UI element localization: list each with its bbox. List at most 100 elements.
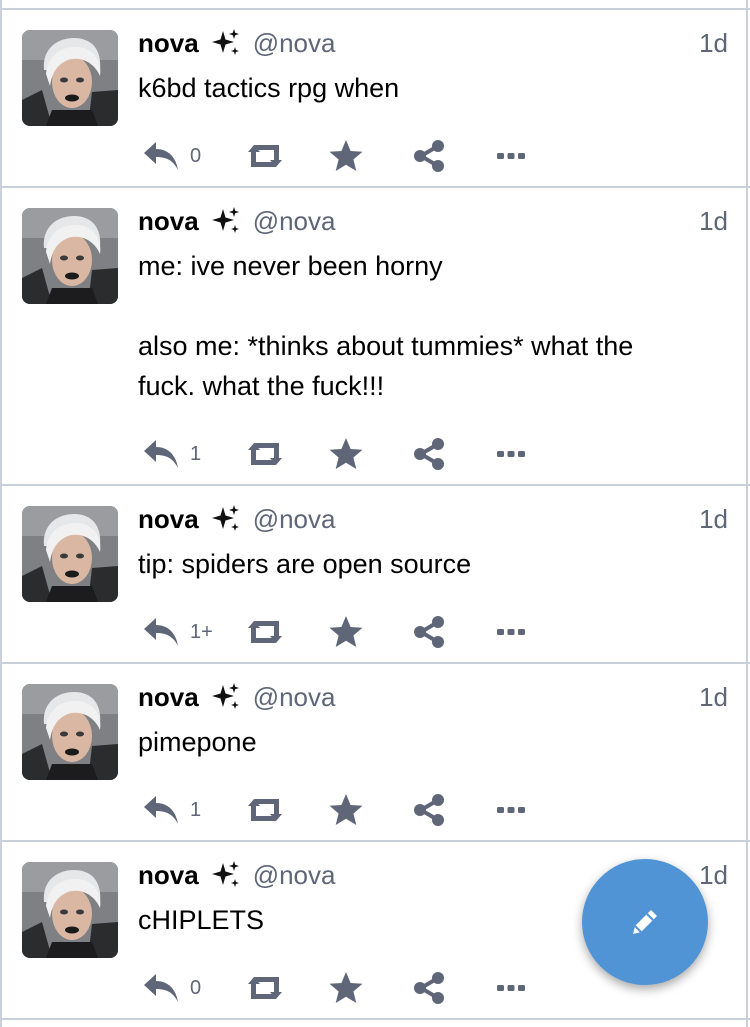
boost-icon [248, 977, 282, 999]
reply-button[interactable]: 1 [142, 790, 201, 830]
share-icon [414, 438, 444, 470]
avatar[interactable] [22, 30, 118, 126]
display-name[interactable]: nova [138, 860, 199, 891]
reply-button[interactable]: 1+ [142, 612, 213, 652]
more-icon [497, 807, 525, 813]
compose-button[interactable] [582, 859, 708, 985]
favourite-button[interactable] [328, 612, 364, 652]
share-icon [414, 794, 444, 826]
reply-icon [144, 142, 178, 170]
display-name[interactable]: nova [138, 206, 199, 237]
share-button[interactable] [412, 434, 446, 474]
favourite-button[interactable] [328, 968, 364, 1008]
status-actions: 1 [138, 790, 558, 830]
more-icon [497, 153, 525, 159]
share-button[interactable] [412, 790, 446, 830]
boost-button[interactable] [244, 434, 286, 474]
boost-button[interactable] [244, 968, 286, 1008]
status-header: nova @nova [138, 858, 335, 892]
status-item[interactable]: nova @nova 1d tip: spiders are open sour… [0, 486, 750, 664]
status-actions: 0 [138, 968, 558, 1008]
avatar[interactable] [22, 506, 118, 602]
status-content: tip: spiders are open source [138, 549, 472, 579]
reply-icon [144, 796, 178, 824]
status-timestamp[interactable]: 1d [699, 28, 728, 59]
status-item[interactable]: nova @nova 1d me: ive never been horny a… [0, 188, 750, 486]
sparkles-icon [209, 503, 241, 535]
sparkles-icon [209, 859, 241, 891]
more-button[interactable] [496, 612, 526, 652]
pencil-icon [633, 910, 657, 934]
reply-count: 1 [190, 442, 202, 465]
favourite-button[interactable] [328, 136, 364, 176]
avatar[interactable] [22, 862, 118, 958]
status-content: pimepone [138, 727, 257, 757]
sparkles-icon [209, 27, 241, 59]
status-content: me: ive never been horny also me: *think… [138, 251, 634, 401]
reply-button[interactable]: 0 [142, 136, 201, 176]
more-button[interactable] [496, 434, 526, 474]
status-item[interactable]: nova @nova 1d k6bd tactics rpg when 0 [0, 10, 750, 188]
star-icon [329, 616, 363, 647]
boost-icon [248, 145, 282, 167]
status-timestamp[interactable]: 1d [699, 860, 728, 891]
reply-icon [144, 440, 178, 468]
status-timestamp[interactable]: 1d [699, 206, 728, 237]
sparkles-icon [209, 205, 241, 237]
boost-button[interactable] [244, 612, 286, 652]
boost-button[interactable] [244, 790, 286, 830]
sparkles-icon [209, 681, 241, 713]
boost-button[interactable] [244, 136, 286, 176]
reply-icon [144, 618, 178, 646]
status-timestamp[interactable]: 1d [699, 504, 728, 535]
status-item[interactable]: nova @nova 1d pimepone 1 [0, 664, 750, 842]
favourite-button[interactable] [328, 434, 364, 474]
reply-count: 0 [190, 976, 202, 999]
star-icon [329, 794, 363, 825]
status-header: nova @nova [138, 502, 335, 536]
display-name[interactable]: nova [138, 682, 199, 713]
status-actions: 1+ [138, 612, 558, 652]
reply-button[interactable]: 0 [142, 968, 201, 1008]
share-button[interactable] [412, 136, 446, 176]
more-button[interactable] [496, 790, 526, 830]
status-content: k6bd tactics rpg when [138, 73, 400, 103]
reply-button[interactable]: 1 [142, 434, 201, 474]
more-button[interactable] [496, 968, 526, 1008]
avatar[interactable] [22, 684, 118, 780]
status-timestamp[interactable]: 1d [699, 682, 728, 713]
avatar[interactable] [22, 208, 118, 304]
more-icon [497, 451, 525, 457]
more-icon [497, 985, 525, 991]
account-handle[interactable]: @nova [253, 206, 336, 237]
share-button[interactable] [412, 612, 446, 652]
share-button[interactable] [412, 968, 446, 1008]
reply-count: 1+ [190, 620, 213, 643]
status-actions: 0 [138, 136, 558, 176]
more-icon [497, 629, 525, 635]
reply-count: 1 [190, 798, 202, 821]
boost-icon [248, 799, 282, 821]
account-handle[interactable]: @nova [253, 28, 336, 59]
account-handle[interactable]: @nova [253, 860, 336, 891]
account-handle[interactable]: @nova [253, 682, 336, 713]
star-icon [329, 438, 363, 469]
reply-count: 0 [190, 144, 202, 167]
share-icon [414, 972, 444, 1004]
status-header: nova @nova [138, 204, 335, 238]
status-header: nova @nova [138, 26, 335, 60]
display-name[interactable]: nova [138, 504, 199, 535]
favourite-button[interactable] [328, 790, 364, 830]
share-icon [414, 140, 444, 172]
status-actions: 1 [138, 434, 558, 474]
status-header: nova @nova [138, 680, 335, 714]
more-button[interactable] [496, 136, 526, 176]
display-name[interactable]: nova [138, 28, 199, 59]
account-handle[interactable]: @nova [253, 504, 336, 535]
share-icon [414, 616, 444, 648]
star-icon [329, 140, 363, 171]
reply-icon [144, 974, 178, 1002]
star-icon [329, 972, 363, 1003]
boost-icon [248, 621, 282, 643]
boost-icon [248, 443, 282, 465]
